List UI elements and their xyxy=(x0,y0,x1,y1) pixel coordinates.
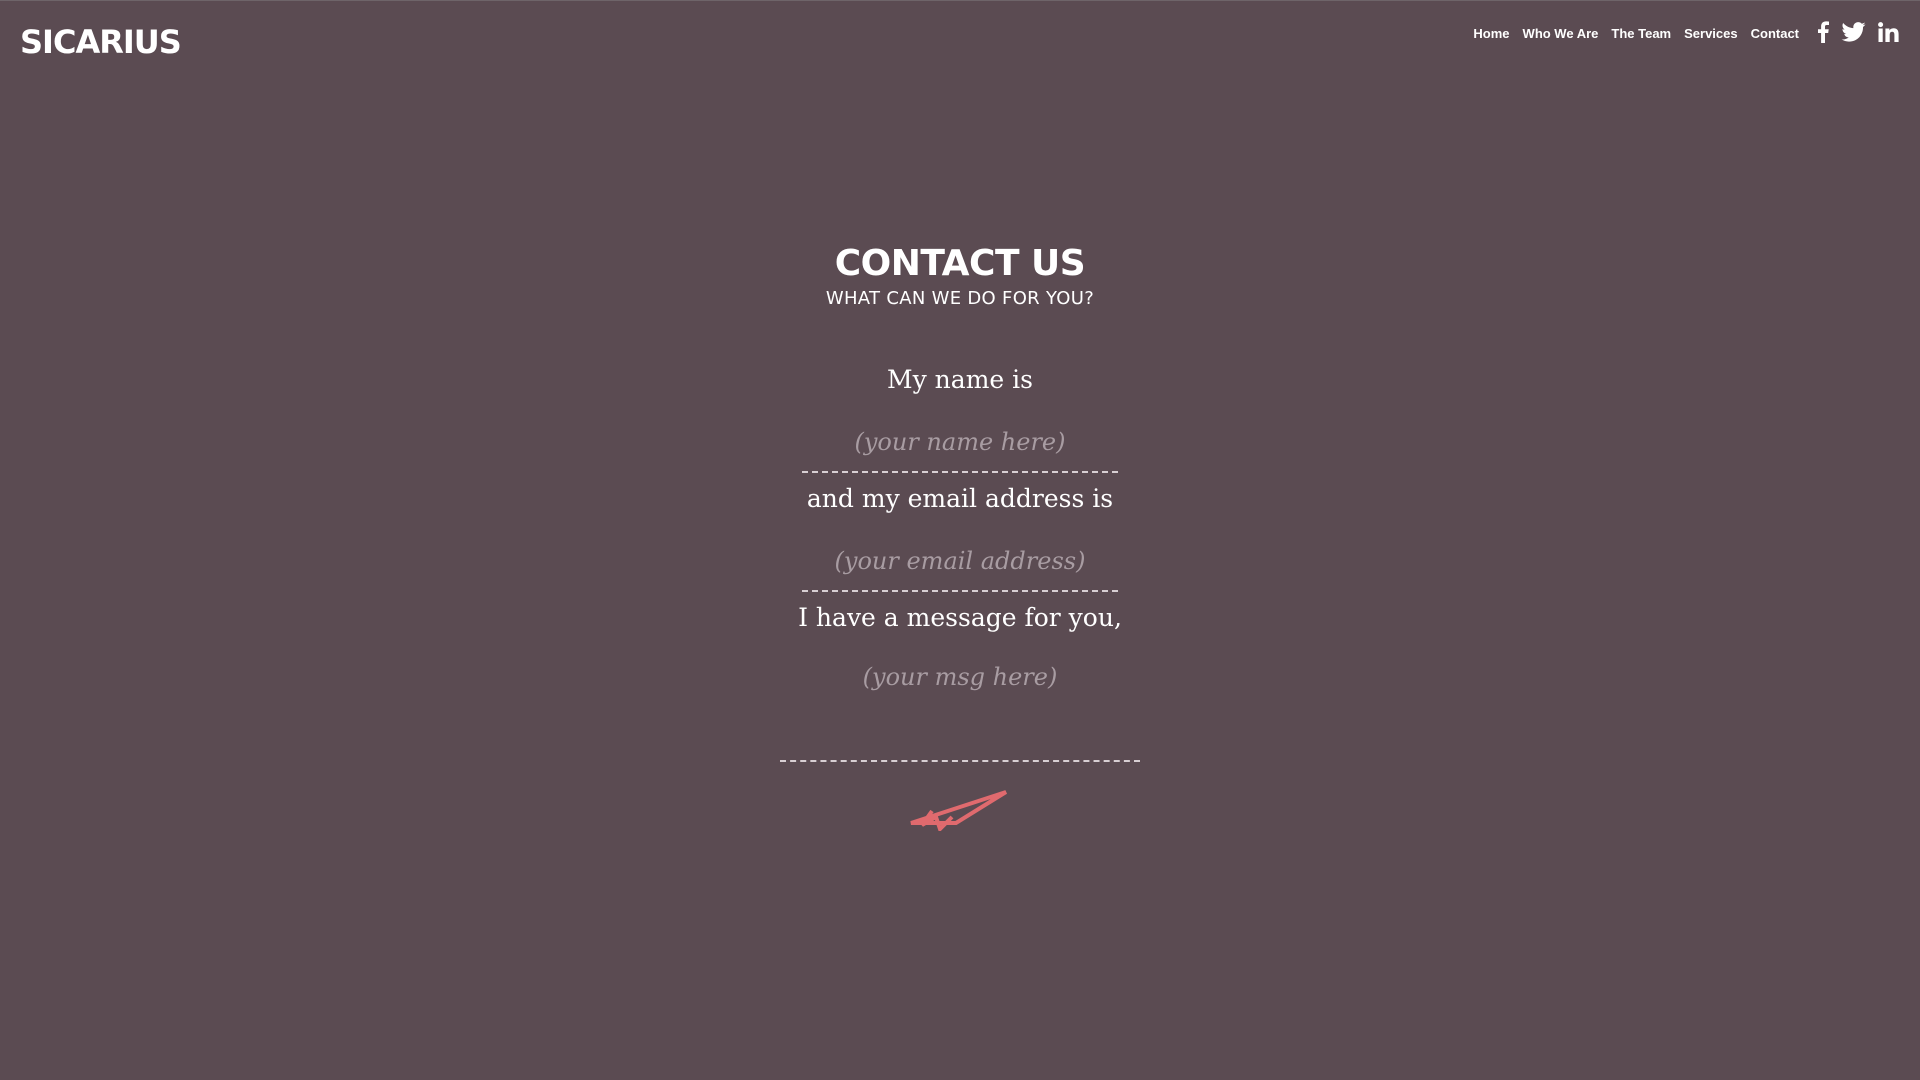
send-button[interactable] xyxy=(908,787,1012,833)
message-field[interactable] xyxy=(780,652,1140,762)
social-links xyxy=(1805,19,1899,45)
nav-contact[interactable]: Contact xyxy=(1751,24,1799,44)
email-label: and my email address is xyxy=(806,484,1114,513)
paper-plane-icon xyxy=(910,790,1008,833)
site-logo[interactable]: SICARIUS xyxy=(20,22,182,62)
email-field[interactable] xyxy=(802,531,1118,592)
facebook-icon[interactable] xyxy=(1817,19,1829,45)
twitter-icon[interactable] xyxy=(1841,19,1866,45)
main-nav: Home Who We Are The Team Services Contac… xyxy=(1460,24,1799,44)
page-title: CONTACT US xyxy=(834,243,1086,284)
message-label: I have a message for you, xyxy=(798,603,1122,632)
name-label: My name is xyxy=(887,365,1033,394)
nav-the-team[interactable]: The Team xyxy=(1611,24,1671,44)
nav-home[interactable]: Home xyxy=(1473,24,1509,44)
top-border xyxy=(0,0,1920,1)
nav-who-we-are[interactable]: Who We Are xyxy=(1523,24,1599,44)
linkedin-icon[interactable] xyxy=(1878,19,1899,45)
page-subtitle: WHAT CAN WE DO FOR YOU? xyxy=(825,288,1095,309)
name-field[interactable] xyxy=(802,412,1118,473)
nav-services[interactable]: Services xyxy=(1684,24,1738,44)
